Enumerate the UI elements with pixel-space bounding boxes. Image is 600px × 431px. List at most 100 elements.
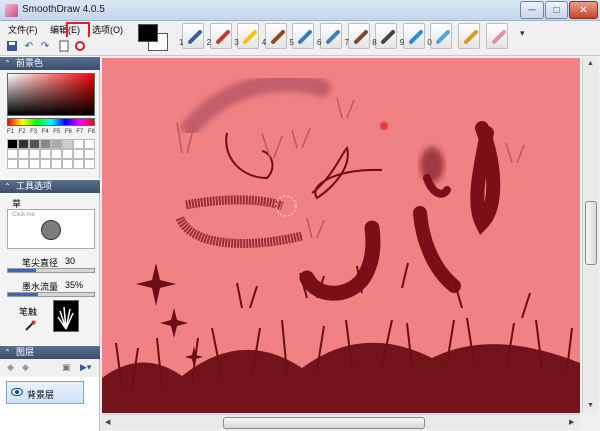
brush-2-icon[interactable] bbox=[209, 23, 232, 49]
palette-swatch[interactable] bbox=[51, 149, 62, 159]
brush-stroke-icon bbox=[270, 29, 286, 45]
save-icon[interactable] bbox=[5, 39, 19, 53]
palette-swatch[interactable] bbox=[40, 159, 51, 169]
palette-key-label: F1 bbox=[7, 129, 15, 135]
scroll-up-arrow-icon[interactable]: ▲ bbox=[587, 60, 594, 67]
palette-swatch[interactable] bbox=[84, 139, 95, 149]
undo-icon[interactable]: ↶ bbox=[22, 39, 36, 53]
layer-item[interactable]: 背景层 bbox=[6, 381, 84, 404]
color-selector[interactable] bbox=[138, 24, 170, 52]
brush-stroke-icon bbox=[352, 29, 369, 45]
brush-preview-dot bbox=[41, 220, 61, 240]
menu-options[interactable]: 选项(O) bbox=[92, 23, 123, 36]
palette-swatch[interactable] bbox=[51, 139, 62, 149]
brush-preview[interactable]: Click me bbox=[7, 209, 95, 249]
palette-swatch[interactable] bbox=[73, 159, 84, 169]
flow-value: 35% bbox=[65, 280, 84, 290]
minimize-button[interactable]: ─ bbox=[520, 1, 544, 19]
brush-4-icon[interactable] bbox=[264, 23, 287, 49]
panel-title: 图层 bbox=[16, 347, 35, 357]
palette-swatch[interactable] bbox=[51, 159, 62, 169]
palette-swatch[interactable] bbox=[18, 139, 29, 149]
palette-swatch[interactable] bbox=[7, 159, 18, 169]
window-title: SmoothDraw 4.0.5 bbox=[22, 4, 105, 15]
brush-stroke-icon bbox=[325, 29, 341, 45]
hue-slider[interactable] bbox=[7, 118, 95, 126]
horizontal-scrollbar[interactable]: ◀ ▶ bbox=[102, 414, 580, 430]
brush-5-icon[interactable] bbox=[292, 23, 315, 49]
collapse-icon: ⌃ bbox=[4, 59, 11, 68]
panel-header-layers[interactable]: ⌃ 图层 bbox=[0, 346, 100, 359]
scroll-down-arrow-icon[interactable]: ▼ bbox=[587, 402, 594, 409]
layer-options-icon[interactable]: ▶▾ bbox=[80, 362, 91, 373]
brush-more-dropdown-icon[interactable]: ▾ bbox=[520, 28, 525, 39]
palette-swatch[interactable] bbox=[18, 159, 29, 169]
brush-1-icon[interactable] bbox=[182, 23, 204, 49]
palette-key-label: F7 bbox=[76, 129, 84, 135]
brush-9-icon[interactable] bbox=[402, 23, 425, 49]
brush-tip-preview[interactable] bbox=[53, 300, 79, 332]
brush-10-icon[interactable] bbox=[430, 23, 453, 49]
palette-swatch[interactable] bbox=[40, 149, 51, 159]
maximize-button[interactable]: □ bbox=[545, 1, 568, 19]
horizontal-scroll-thumb[interactable] bbox=[223, 417, 425, 429]
brush-stroke-icon bbox=[297, 29, 314, 45]
palette-swatch[interactable] bbox=[29, 159, 40, 169]
palette-swatch[interactable] bbox=[62, 159, 73, 169]
collapse-icon: ⌃ bbox=[4, 182, 11, 191]
panel-header-tool-options[interactable]: ⌃ 工具选项 bbox=[0, 180, 100, 193]
palette-swatch[interactable] bbox=[62, 149, 73, 159]
foreground-color-swatch[interactable] bbox=[138, 24, 158, 42]
panel-title: 前景色 bbox=[16, 58, 44, 68]
brush-12-icon[interactable] bbox=[485, 23, 508, 49]
palette-swatch[interactable] bbox=[7, 139, 18, 149]
add-layer-icon[interactable]: ▣ bbox=[62, 362, 71, 373]
color-gradient-picker[interactable] bbox=[7, 73, 95, 116]
brush-7-icon[interactable] bbox=[347, 23, 370, 49]
redo-icon[interactable]: ↷ bbox=[38, 39, 52, 53]
brush-6-icon[interactable] bbox=[320, 23, 342, 49]
palette-swatch[interactable] bbox=[7, 149, 18, 159]
palette-swatch[interactable] bbox=[62, 139, 73, 149]
menu-file[interactable]: 文件(F) bbox=[8, 23, 38, 36]
brush-shortcut-number: 2 bbox=[206, 38, 212, 47]
drawing-canvas[interactable] bbox=[102, 58, 580, 413]
palette-key-label: F5 bbox=[53, 129, 61, 135]
vertical-scrollbar[interactable]: ▲ ▼ bbox=[582, 58, 598, 413]
palette-key-label: F2 bbox=[18, 129, 26, 135]
panel-header-foreground[interactable]: ⌃ 前景色 bbox=[0, 57, 100, 70]
brush-shortcut-number: 0 bbox=[427, 38, 432, 47]
palette-swatch[interactable] bbox=[18, 149, 29, 159]
move-layer-down-icon[interactable]: ◆ bbox=[22, 362, 29, 373]
vertical-scroll-thumb[interactable] bbox=[585, 201, 597, 265]
palette-swatch[interactable] bbox=[84, 149, 95, 159]
fullscreen-icon[interactable] bbox=[73, 39, 87, 53]
brush-8-icon[interactable] bbox=[375, 23, 398, 49]
size-slider[interactable] bbox=[7, 268, 95, 273]
palette-swatch[interactable] bbox=[73, 139, 84, 149]
brush-stroke-icon bbox=[463, 29, 479, 45]
flow-slider[interactable] bbox=[7, 292, 95, 297]
brush-stroke-icon bbox=[214, 29, 231, 45]
palette-swatch[interactable] bbox=[29, 149, 40, 159]
palette-key-label: F4 bbox=[41, 129, 49, 135]
scroll-left-arrow-icon[interactable]: ◀ bbox=[105, 418, 110, 426]
palette-swatch[interactable] bbox=[73, 149, 84, 159]
palette-swatch[interactable] bbox=[29, 139, 40, 149]
palette-swatch[interactable] bbox=[40, 139, 51, 149]
brush-shortcut-number: 8 bbox=[372, 38, 377, 47]
brush-3-icon[interactable] bbox=[237, 23, 260, 49]
eyedropper-icon[interactable] bbox=[24, 320, 36, 334]
brush-11-icon[interactable] bbox=[458, 23, 480, 49]
scroll-right-arrow-icon[interactable]: ▶ bbox=[569, 418, 574, 426]
brush-stroke-icon bbox=[380, 29, 396, 45]
palette-key-label: F8 bbox=[87, 129, 95, 135]
color-palette[interactable] bbox=[7, 139, 95, 169]
layer-name: 背景层 bbox=[27, 390, 55, 400]
new-layer-icon[interactable] bbox=[57, 39, 71, 53]
move-layer-up-icon[interactable]: ◆ bbox=[7, 362, 14, 373]
visibility-eye-icon[interactable] bbox=[11, 388, 23, 396]
app-icon bbox=[5, 4, 18, 17]
close-button[interactable]: ✕ bbox=[569, 1, 598, 19]
palette-swatch[interactable] bbox=[84, 159, 95, 169]
